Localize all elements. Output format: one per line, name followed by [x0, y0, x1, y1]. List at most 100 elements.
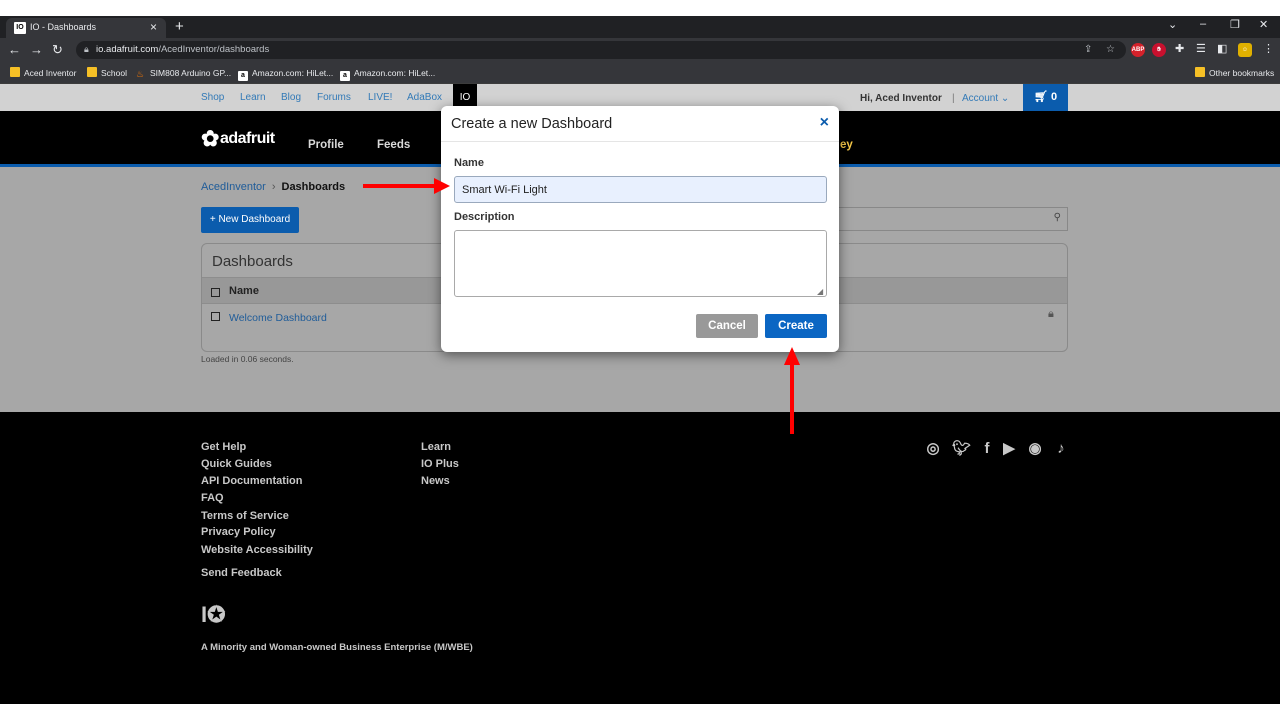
top-link-blog[interactable]: Blog [281, 92, 301, 103]
tiktok-icon[interactable]: ♪ [1052, 440, 1070, 458]
cart-icon: 🛒︎ [1033, 91, 1048, 103]
footer-link-quick-guides[interactable]: Quick Guides [201, 458, 272, 470]
side-panel-icon[interactable]: ◧ [1217, 42, 1227, 55]
greeting-separator: | [952, 93, 955, 104]
bookmark-amazon-1[interactable]: a Amazon.com: HiLet... [238, 66, 333, 81]
github-icon[interactable]: ◉ [1026, 440, 1044, 458]
top-link-shop[interactable]: Shop [201, 92, 224, 103]
browser-toolbar: ← → ↻ 🔒︎ io.adafruit.com/AcedInventor/da… [0, 38, 1280, 62]
chevron-down-icon: ⌄ [1000, 93, 1010, 104]
top-link-forums[interactable]: Forums [317, 92, 351, 103]
forward-icon[interactable]: → [30, 42, 43, 58]
extension-hand-icon[interactable]: ✋︎ [1152, 43, 1166, 57]
lock-icon: 🔒︎ [1048, 308, 1054, 320]
breadcrumb-user[interactable]: AcedInventor [201, 181, 266, 193]
footer-link-learn[interactable]: Learn [421, 441, 451, 453]
search-icon: ⚲ [1053, 212, 1061, 223]
bookmark-amazon-2[interactable]: a Amazon.com: HiLet... [340, 66, 435, 81]
panel-title: Dashboards [212, 253, 293, 270]
modal-header: Create a new Dashboard × [441, 106, 839, 142]
star-icon[interactable]: ☆ [1106, 44, 1115, 55]
close-icon[interactable]: × [820, 114, 829, 132]
footer-link-api-docs[interactable]: API Documentation [201, 475, 302, 487]
cart-button[interactable]: 🛒︎ 0 [1023, 84, 1068, 111]
column-name-header[interactable]: Name [229, 285, 259, 297]
name-field[interactable] [454, 176, 827, 203]
bookmarks-bar: Aced Inventor School ♨︎ SIM808 Arduino GP… [0, 62, 1280, 84]
new-dashboard-button[interactable]: + New Dashboard [201, 207, 299, 233]
modal-title: Create a new Dashboard [451, 116, 613, 132]
reading-list-icon[interactable]: ☰ [1196, 42, 1206, 55]
address-bar[interactable]: 🔒︎ io.adafruit.com/AcedInventor/dashboar… [76, 41, 1126, 59]
share-icon[interactable]: ⇪ [1084, 44, 1092, 55]
breadcrumb-current: Dashboards [281, 181, 346, 193]
new-tab-icon[interactable]: + [175, 18, 184, 36]
adblock-icon[interactable]: ABP [1131, 43, 1145, 57]
instagram-icon[interactable]: ◎ [924, 440, 942, 458]
other-bookmarks[interactable]: Other bookmarks [1195, 66, 1274, 80]
nav-profile[interactable]: Profile [308, 139, 344, 151]
top-link-learn[interactable]: Learn [240, 92, 266, 103]
footer-link-news[interactable]: News [421, 475, 450, 487]
io-logo-icon: I✪ [201, 602, 226, 627]
description-label: Description [454, 211, 515, 223]
top-link-adabox[interactable]: AdaBox [407, 92, 442, 103]
bookmark-sim808[interactable]: ♨︎ SIM808 Arduino GP... [136, 66, 231, 80]
extensions-puzzle-icon[interactable]: ✚ [1175, 42, 1184, 55]
footer-link-terms[interactable]: Terms of Service [201, 510, 289, 522]
search-input[interactable]: ⚲ [835, 207, 1068, 231]
screenshot-stage: IO IO - Dashboards × + ⌄ – ❐ ✕ ← → ↻ 🔒︎ … [0, 0, 1280, 720]
twitter-icon[interactable]: 🐦︎ [952, 440, 971, 458]
top-link-live[interactable]: LIVE! [368, 92, 392, 103]
footer-link-faq[interactable]: FAQ [201, 492, 224, 504]
nav-feeds[interactable]: Feeds [377, 139, 410, 151]
create-dashboard-modal: Create a new Dashboard × Name Descriptio… [441, 106, 839, 352]
load-time-text: Loaded in 0.06 seconds. [201, 354, 294, 364]
footer-link-privacy[interactable]: Privacy Policy [201, 526, 276, 538]
window-close-icon[interactable]: ✕ [1259, 18, 1268, 31]
tab-title: IO - Dashboards [30, 22, 97, 32]
mwbe-statement: A Minority and Woman-owned Business Ente… [201, 642, 473, 653]
select-all-checkbox[interactable] [211, 288, 220, 297]
folder-icon [87, 67, 97, 77]
footer-link-io-plus[interactable]: IO Plus [421, 458, 459, 470]
lock-icon: 🔒︎ [84, 44, 89, 54]
sim-icon: ♨︎ [136, 69, 145, 79]
minimize-icon[interactable]: – [1200, 18, 1206, 30]
profile-avatar-icon[interactable]: ☺ [1238, 43, 1252, 57]
amazon-icon: a [340, 71, 350, 81]
bookmark-school[interactable]: School [87, 66, 127, 80]
tab-close-icon[interactable]: × [150, 20, 157, 34]
greeting: Hi, Aced Inventor [860, 93, 942, 104]
tab-io-dashboards[interactable]: IO IO - Dashboards × [6, 18, 166, 38]
io-favicon-icon: IO [14, 22, 26, 34]
youtube-icon[interactable]: ▶ [1000, 440, 1018, 458]
create-button[interactable]: Create [765, 314, 827, 338]
url-text[interactable]: io.adafruit.com/AcedInventor/dashboards [96, 44, 269, 55]
folder-icon [10, 67, 20, 77]
reload-icon[interactable]: ↻ [52, 42, 63, 58]
tab-search-icon[interactable]: ⌄ [1168, 18, 1177, 31]
cancel-button[interactable]: Cancel [696, 314, 758, 338]
table-row-link[interactable]: Welcome Dashboard [229, 312, 327, 324]
tab-bar: IO IO - Dashboards × + ⌄ – ❐ ✕ [0, 16, 1280, 38]
name-label: Name [454, 157, 484, 169]
chevron-right-icon: › [271, 181, 276, 193]
nav-partial-link[interactable]: ey [840, 139, 853, 151]
footer-link-accessibility[interactable]: Website Accessibility [201, 544, 313, 556]
bookmark-aced-inventor[interactable]: Aced Inventor [10, 66, 76, 80]
adafruit-flower-icon: ✿ [201, 126, 219, 151]
facebook-icon[interactable]: f [978, 440, 996, 458]
back-icon[interactable]: ← [8, 42, 21, 58]
amazon-icon: a [238, 71, 248, 81]
description-field[interactable] [454, 230, 827, 297]
adafruit-logo[interactable]: ✿adafruit [201, 126, 275, 152]
footer-link-get-help[interactable]: Get Help [201, 441, 246, 453]
row-checkbox[interactable] [211, 312, 220, 321]
menu-kebab-icon[interactable]: ⋮ [1263, 42, 1274, 55]
restore-icon[interactable]: ❐ [1230, 18, 1240, 31]
account-menu[interactable]: Account ⌄ [962, 93, 1009, 104]
breadcrumb: AcedInventor › Dashboards [201, 181, 345, 193]
footer-link-send-feedback[interactable]: Send Feedback [201, 567, 282, 579]
resize-grip-icon[interactable]: ◢ [817, 287, 823, 296]
